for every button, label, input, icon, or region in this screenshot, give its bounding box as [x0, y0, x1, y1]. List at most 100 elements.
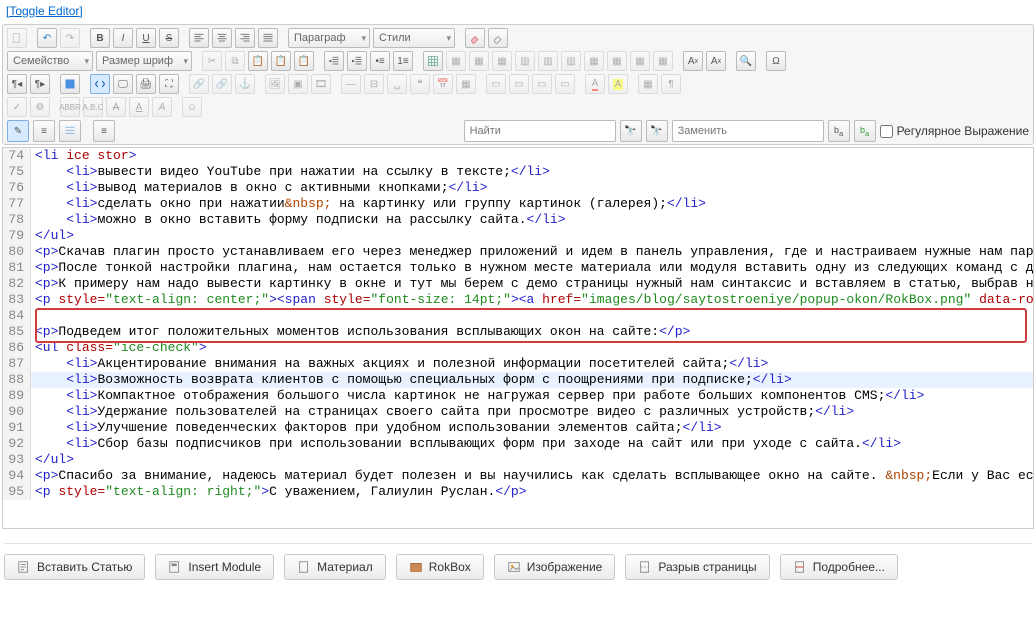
code-line[interactable]: 85<p>Подведем итог положительных моменто…: [3, 324, 1033, 340]
cite-button[interactable]: A: [152, 97, 172, 117]
code-line[interactable]: 92 <li>Сбор базы подписчиков при использ…: [3, 436, 1033, 452]
align-left-button[interactable]: [189, 28, 209, 48]
code-line[interactable]: 81<p>После тонкой настройки плагина, нам…: [3, 260, 1033, 276]
find-prev-button[interactable]: 🔭: [646, 120, 668, 142]
font-color-button[interactable]: A: [585, 74, 605, 94]
visual-chars-button[interactable]: ¶: [661, 74, 681, 94]
cut-button[interactable]: ✂: [202, 51, 222, 71]
code-line[interactable]: 90 <li>Удержание пользователей на страни…: [3, 404, 1033, 420]
col-before-button[interactable]: ▥: [515, 51, 535, 71]
layer-fwd-button[interactable]: ▭: [509, 74, 529, 94]
code-line[interactable]: 82<p>К примеру нам надо вывести картинку…: [3, 276, 1033, 292]
material-button[interactable]: Материал: [284, 554, 386, 580]
find-next-button[interactable]: 🔭: [620, 120, 642, 142]
link-button[interactable]: 🔗: [189, 74, 209, 94]
rokbox-button[interactable]: RokBox: [396, 554, 484, 580]
abbr-button[interactable]: ABBR: [60, 97, 80, 117]
source-button[interactable]: [90, 74, 110, 94]
align-center-button[interactable]: [212, 28, 232, 48]
code-line[interactable]: 87 <li>Акцентирование внимания на важных…: [3, 356, 1033, 372]
emoji-button[interactable]: ☺: [182, 97, 202, 117]
redo-button[interactable]: ↷: [60, 28, 80, 48]
ul-button[interactable]: •≡: [370, 51, 390, 71]
hr-button[interactable]: —: [341, 74, 361, 94]
attr-button[interactable]: ⚙: [30, 97, 50, 117]
code-line[interactable]: 78 <li>можно в окно вставить форму подпи…: [3, 212, 1033, 228]
quote-button[interactable]: ❝: [410, 74, 430, 94]
nbsp-button[interactable]: ␣: [387, 74, 407, 94]
cell-props-button[interactable]: ▦: [653, 51, 673, 71]
sup-button[interactable]: Ax: [706, 51, 726, 71]
col-del-button[interactable]: ▥: [561, 51, 581, 71]
preview-button[interactable]: 🖵: [113, 74, 133, 94]
regex-checkbox[interactable]: Регулярное Выражение: [880, 124, 1029, 138]
select-all-button[interactable]: [60, 74, 80, 94]
special-char-button[interactable]: Ω: [766, 51, 786, 71]
media-button[interactable]: ▣: [288, 74, 308, 94]
align-right-button[interactable]: [235, 28, 255, 48]
row-before-button[interactable]: ▦: [446, 51, 466, 71]
rtl-button[interactable]: ¶▸: [30, 74, 50, 94]
code-line[interactable]: 93</ul>: [3, 452, 1033, 468]
row-del-button[interactable]: ▦: [492, 51, 512, 71]
font-family-select[interactable]: Семейство: [7, 51, 93, 71]
paste-word-button[interactable]: 📋: [294, 51, 314, 71]
show-blocks-button[interactable]: ▦: [638, 74, 658, 94]
row-props-button[interactable]: ▦: [630, 51, 650, 71]
indent-button[interactable]: [347, 51, 367, 71]
table-button[interactable]: [423, 51, 443, 71]
readmore-button[interactable]: Подробнее...: [780, 554, 898, 580]
replace-input[interactable]: [672, 120, 824, 142]
toggle-editor-link[interactable]: [Toggle Editor]: [6, 4, 83, 18]
code-line[interactable]: 94<p>Спасибо за внимание, надеюсь матери…: [3, 468, 1033, 484]
find-input[interactable]: [464, 120, 616, 142]
wrap-button[interactable]: [59, 120, 81, 142]
page-break-button[interactable]: ⊟: [364, 74, 384, 94]
clear-format-button[interactable]: [488, 28, 508, 48]
anchor-button[interactable]: ⚓: [235, 74, 255, 94]
format-button[interactable]: ≡: [93, 120, 115, 142]
acr-button[interactable]: A.B.C: [83, 97, 103, 117]
insert-module-button[interactable]: Insert Module: [155, 554, 274, 580]
fullscreen-button[interactable]: ⛶: [159, 74, 179, 94]
find-button[interactable]: 🔍: [736, 51, 756, 71]
paste-text-button[interactable]: 📋: [271, 51, 291, 71]
copy-button[interactable]: ⧉: [225, 51, 245, 71]
lines-button[interactable]: ≡: [33, 120, 55, 142]
code-line[interactable]: 77 <li>сделать окно при нажатии&nbsp; на…: [3, 196, 1033, 212]
align-justify-button[interactable]: [258, 28, 278, 48]
code-line[interactable]: 89 <li>Компактное отображения большого ч…: [3, 388, 1033, 404]
code-line[interactable]: 74<li ice stor>: [3, 148, 1033, 164]
replace-all-button[interactable]: ba: [854, 120, 876, 142]
replace-button[interactable]: ba: [828, 120, 850, 142]
film-button[interactable]: 🎞: [311, 74, 331, 94]
undo-button[interactable]: ↶: [37, 28, 57, 48]
code-line[interactable]: 88 <li>Возможность возврата клиентов с п…: [3, 372, 1033, 388]
code-line[interactable]: 80<p>Скачав плагин просто устанавливаем …: [3, 244, 1033, 260]
code-line[interactable]: 76 <li>вывод материалов в окно с активны…: [3, 180, 1033, 196]
code-line[interactable]: 79</ul>: [3, 228, 1033, 244]
date-button[interactable]: 📅: [433, 74, 453, 94]
image-insert-button[interactable]: Изображение: [494, 554, 616, 580]
image-button[interactable]: 🖼: [265, 74, 285, 94]
paragraph-select[interactable]: Параграф: [288, 28, 370, 48]
eraser-button[interactable]: [465, 28, 485, 48]
highlight-button[interactable]: ✎: [7, 120, 29, 142]
style-select[interactable]: Стили: [373, 28, 455, 48]
paste-button[interactable]: 📋: [248, 51, 268, 71]
font-size-select[interactable]: Размер шриф: [96, 51, 192, 71]
unlink-button[interactable]: 🔗: [212, 74, 232, 94]
newdoc-button[interactable]: [7, 28, 27, 48]
underline-button[interactable]: U: [136, 28, 156, 48]
layer-button[interactable]: ▭: [486, 74, 506, 94]
bg-color-button[interactable]: A: [608, 74, 628, 94]
code-line[interactable]: 86<ul class="ice-check">: [3, 340, 1033, 356]
page-break-insert-button[interactable]: Разрыв страницы: [625, 554, 769, 580]
del-button[interactable]: A: [106, 97, 126, 117]
layer-abs-button[interactable]: ▭: [555, 74, 575, 94]
code-line[interactable]: 95<p style="text-align: right;">С уважен…: [3, 484, 1033, 500]
row-after-button[interactable]: ▦: [469, 51, 489, 71]
template-button[interactable]: ▦: [456, 74, 476, 94]
bold-button[interactable]: B: [90, 28, 110, 48]
split-button[interactable]: ▦: [607, 51, 627, 71]
